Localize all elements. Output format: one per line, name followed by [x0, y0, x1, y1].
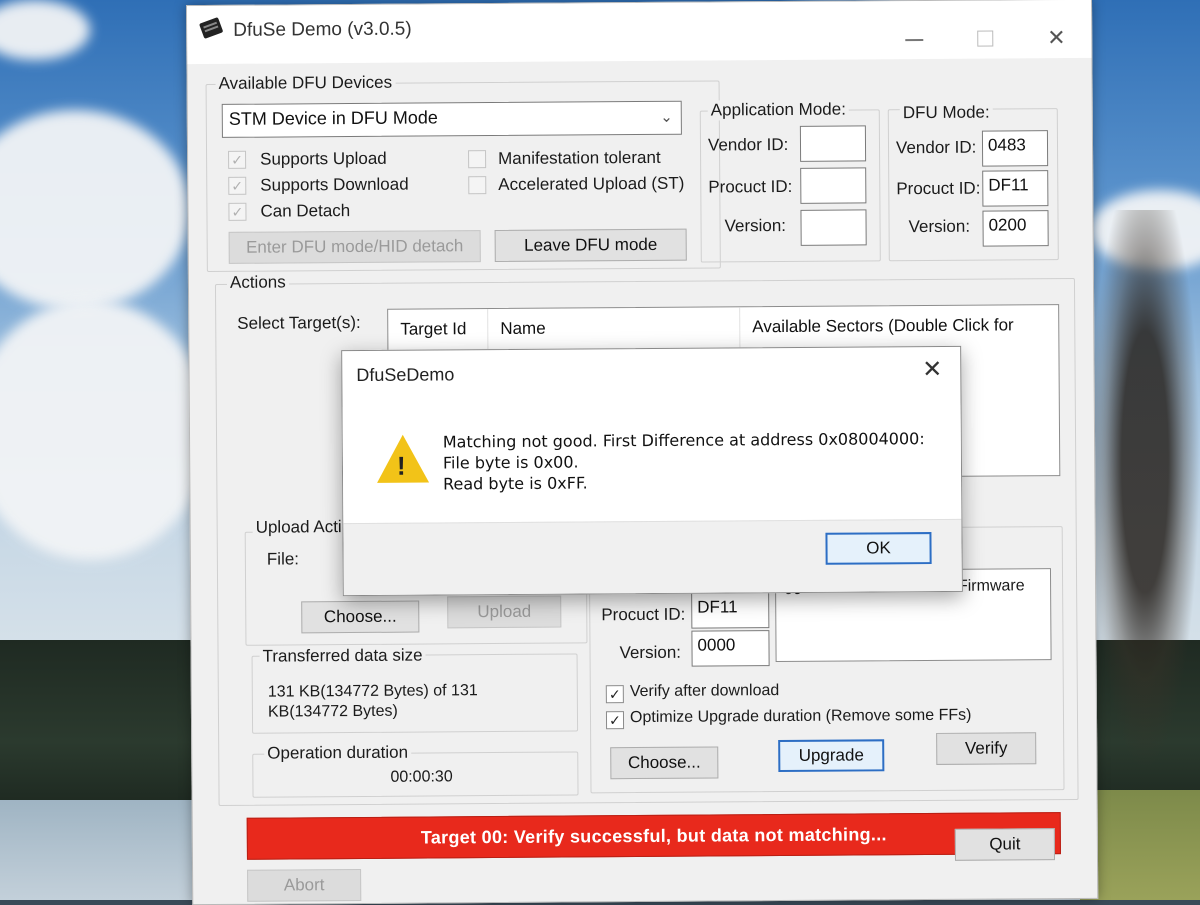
tree	[1090, 210, 1200, 770]
app-version-field[interactable]	[800, 209, 867, 246]
optimize-upgrade-label: Optimize Upgrade duration (Remove some F…	[629, 706, 972, 727]
device-select[interactable]: STM Device in DFU Mode ⌄	[221, 100, 682, 138]
supports-download-label: Supports Download	[260, 174, 409, 195]
upgrade-choose-button[interactable]: Choose...	[610, 746, 719, 780]
dfu-mode-label: DFU Mode:	[899, 102, 993, 124]
abort-button[interactable]: Abort	[247, 868, 362, 902]
dfu-product-id-field[interactable]: DF11	[982, 170, 1049, 207]
minimize-icon[interactable]	[905, 39, 924, 42]
verify-button[interactable]: Verify	[936, 732, 1037, 765]
quit-button[interactable]: Quit	[954, 828, 1056, 861]
status-bar: Target 00: Verify successful, but data n…	[246, 812, 1061, 860]
device-select-value: STM Device in DFU Mode	[228, 107, 438, 129]
dialog-message-line-1: Matching not good. First Difference at a…	[442, 429, 925, 452]
transferred-size-value-2: KB(134772 Bytes)	[267, 702, 398, 721]
maximize-icon[interactable]	[977, 30, 994, 47]
dialog-message-line-3: Read byte is 0xFF.	[443, 473, 588, 494]
dfu-version-label: Version:	[908, 216, 971, 237]
app-vendor-id-label: Vendor ID:	[707, 134, 789, 155]
upgrade-product-id-field[interactable]: DF11	[691, 592, 770, 629]
dfu-vendor-id-label: Vendor ID:	[895, 137, 977, 158]
column-name[interactable]: Name	[488, 307, 741, 350]
window-title: DfuSe Demo (v3.0.5)	[233, 18, 412, 41]
dialog-body: ! Matching not good. First Difference at…	[342, 402, 962, 524]
dfu-version-field[interactable]: 0200	[982, 210, 1049, 247]
manifestation-tolerant-checkbox[interactable]	[468, 150, 487, 169]
can-detach-label: Can Detach	[260, 201, 351, 221]
upload-button[interactable]: Upload	[447, 595, 562, 629]
app-vendor-id-field[interactable]	[799, 125, 867, 162]
operation-duration-label: Operation duration	[264, 742, 412, 764]
supports-upload-label: Supports Upload	[260, 148, 387, 169]
verify-after-download-label: Verify after download	[629, 682, 780, 701]
title-bar: DfuSe Demo (v3.0.5) ✕	[187, 0, 1092, 65]
app-product-id-field[interactable]	[800, 167, 867, 204]
supports-upload-checkbox[interactable]: ✓	[228, 150, 247, 169]
dialog-footer: OK	[343, 518, 962, 596]
transferred-size-value-1: 131 KB(134772 Bytes) of 131	[267, 682, 478, 701]
dialog-message-line-2: File byte is 0x00.	[442, 452, 579, 473]
optimize-upgrade-checkbox[interactable]: ✓	[605, 711, 625, 730]
upgrade-version-label: Version:	[619, 642, 682, 663]
operation-duration-value: 00:00:30	[390, 768, 453, 786]
accelerated-upload-label: Accelerated Upload (ST)	[498, 173, 685, 194]
accelerated-upload-checkbox[interactable]	[468, 176, 487, 195]
can-detach-checkbox[interactable]: ✓	[228, 202, 247, 221]
dfu-product-id-label: Procuct ID:	[896, 178, 981, 199]
upgrade-version-field[interactable]: 0000	[691, 630, 770, 667]
application-mode-label: Application Mode:	[707, 99, 849, 121]
upload-file-label: File:	[266, 549, 300, 569]
manifestation-tolerant-label: Manifestation tolerant	[498, 147, 661, 168]
app-version-label: Version:	[724, 215, 787, 236]
dialog-title: DfuSeDemo	[356, 364, 455, 386]
upgrade-product-id-label: Procuct ID:	[601, 604, 686, 625]
upgrade-button[interactable]: Upgrade	[778, 739, 885, 773]
available-devices-label: Available DFU Devices	[215, 72, 396, 94]
app-product-id-label: Procuct ID:	[708, 176, 793, 197]
chip-icon	[199, 17, 224, 39]
leave-dfu-mode-button[interactable]: Leave DFU mode	[494, 228, 687, 263]
column-available-sectors[interactable]: Available Sectors (Double Click for more…	[740, 305, 1058, 376]
upload-choose-button[interactable]: Choose...	[301, 600, 420, 634]
warning-icon-mark: !	[396, 450, 406, 481]
message-dialog: DfuSeDemo ✕ ! Matching not good. First D…	[341, 345, 963, 597]
column-target-id[interactable]: Target Id	[388, 309, 489, 350]
select-targets-label: Select Target(s):	[237, 312, 361, 333]
dfu-vendor-id-field[interactable]: 0483	[981, 130, 1049, 167]
supports-download-checkbox[interactable]: ✓	[228, 176, 247, 195]
dialog-ok-button[interactable]: OK	[825, 532, 932, 565]
transferred-size-label: Transferred data size	[259, 645, 426, 667]
dialog-close-icon[interactable]: ✕	[922, 355, 942, 384]
actions-label: Actions	[226, 272, 289, 293]
enter-dfu-mode-button[interactable]: Enter DFU mode/HID detach	[228, 230, 481, 264]
chevron-down-icon: ⌄	[660, 108, 673, 126]
close-icon[interactable]: ✕	[1047, 25, 1066, 50]
verify-after-download-checkbox[interactable]: ✓	[605, 685, 624, 704]
